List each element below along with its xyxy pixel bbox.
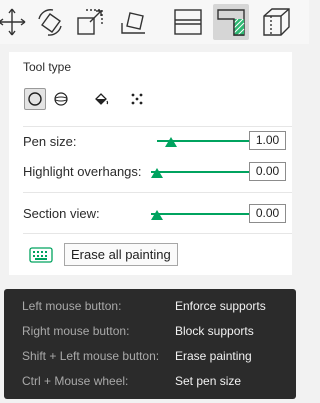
cut-icon[interactable] (170, 4, 206, 40)
slider-thumb[interactable] (165, 137, 178, 147)
lay-on-face-icon[interactable] (115, 4, 151, 40)
circle-brush-icon (28, 92, 42, 106)
scale-icon[interactable] (72, 4, 108, 40)
shortcut-key: Ctrl + Mouse wheel: (22, 374, 129, 388)
shortcut-key: Right mouse button: (22, 324, 130, 338)
support-painting-panel: Tool type Pen size: 1.00 Highlight overh… (9, 52, 292, 275)
sphere-brush-icon (54, 92, 68, 106)
slider-thumb[interactable] (151, 168, 163, 178)
highlight-overhangs-value[interactable]: 0.00 (249, 162, 286, 181)
shortcut-action: Enforce supports (175, 299, 266, 313)
divider (23, 233, 292, 234)
divider (23, 192, 292, 193)
shortcut-action: Set pen size (175, 374, 242, 388)
erase-all-button[interactable]: Erase all painting (64, 243, 178, 266)
gap-fill-icon (131, 93, 143, 105)
circle-brush-button[interactable] (24, 88, 46, 110)
rotate-icon[interactable] (32, 4, 68, 40)
shortcut-tooltip: Left mouse button: Enforce supports Righ… (4, 289, 296, 399)
fill-bucket-icon (95, 93, 109, 105)
pen-size-value[interactable]: 1.00 (249, 131, 286, 150)
slider-thumb[interactable] (151, 210, 163, 220)
divider (23, 126, 292, 127)
shortcut-key: Shift + Left mouse button: (22, 349, 160, 363)
gap-fill-button[interactable] (126, 88, 148, 110)
shortcut-key: Left mouse button: (22, 299, 122, 313)
shortcut-action: Erase painting (175, 349, 252, 363)
keyboard-icon[interactable] (29, 246, 53, 264)
seam-painting-icon[interactable] (258, 4, 294, 40)
shortcut-action: Block supports (175, 324, 254, 338)
move-icon[interactable] (0, 4, 30, 40)
top-toolbar (0, 0, 309, 44)
sphere-brush-button[interactable] (50, 88, 72, 110)
tool-type-label: Tool type (23, 60, 72, 74)
section-view-value[interactable]: 0.00 (249, 204, 286, 223)
shortcut-row: Right mouse button: Block supports (22, 324, 292, 342)
highlight-overhangs-label: Highlight overhangs: (23, 164, 142, 179)
pen-size-label: Pen size: (23, 134, 77, 149)
shortcut-row: Left mouse button: Enforce supports (22, 299, 292, 317)
fill-bucket-button[interactable] (90, 88, 112, 110)
shortcut-row: Shift + Left mouse button: Erase paintin… (22, 349, 292, 367)
section-view-label: Section view: (23, 206, 100, 221)
shortcut-row: Ctrl + Mouse wheel: Set pen size (22, 374, 292, 392)
support-painting-icon[interactable] (213, 4, 249, 40)
